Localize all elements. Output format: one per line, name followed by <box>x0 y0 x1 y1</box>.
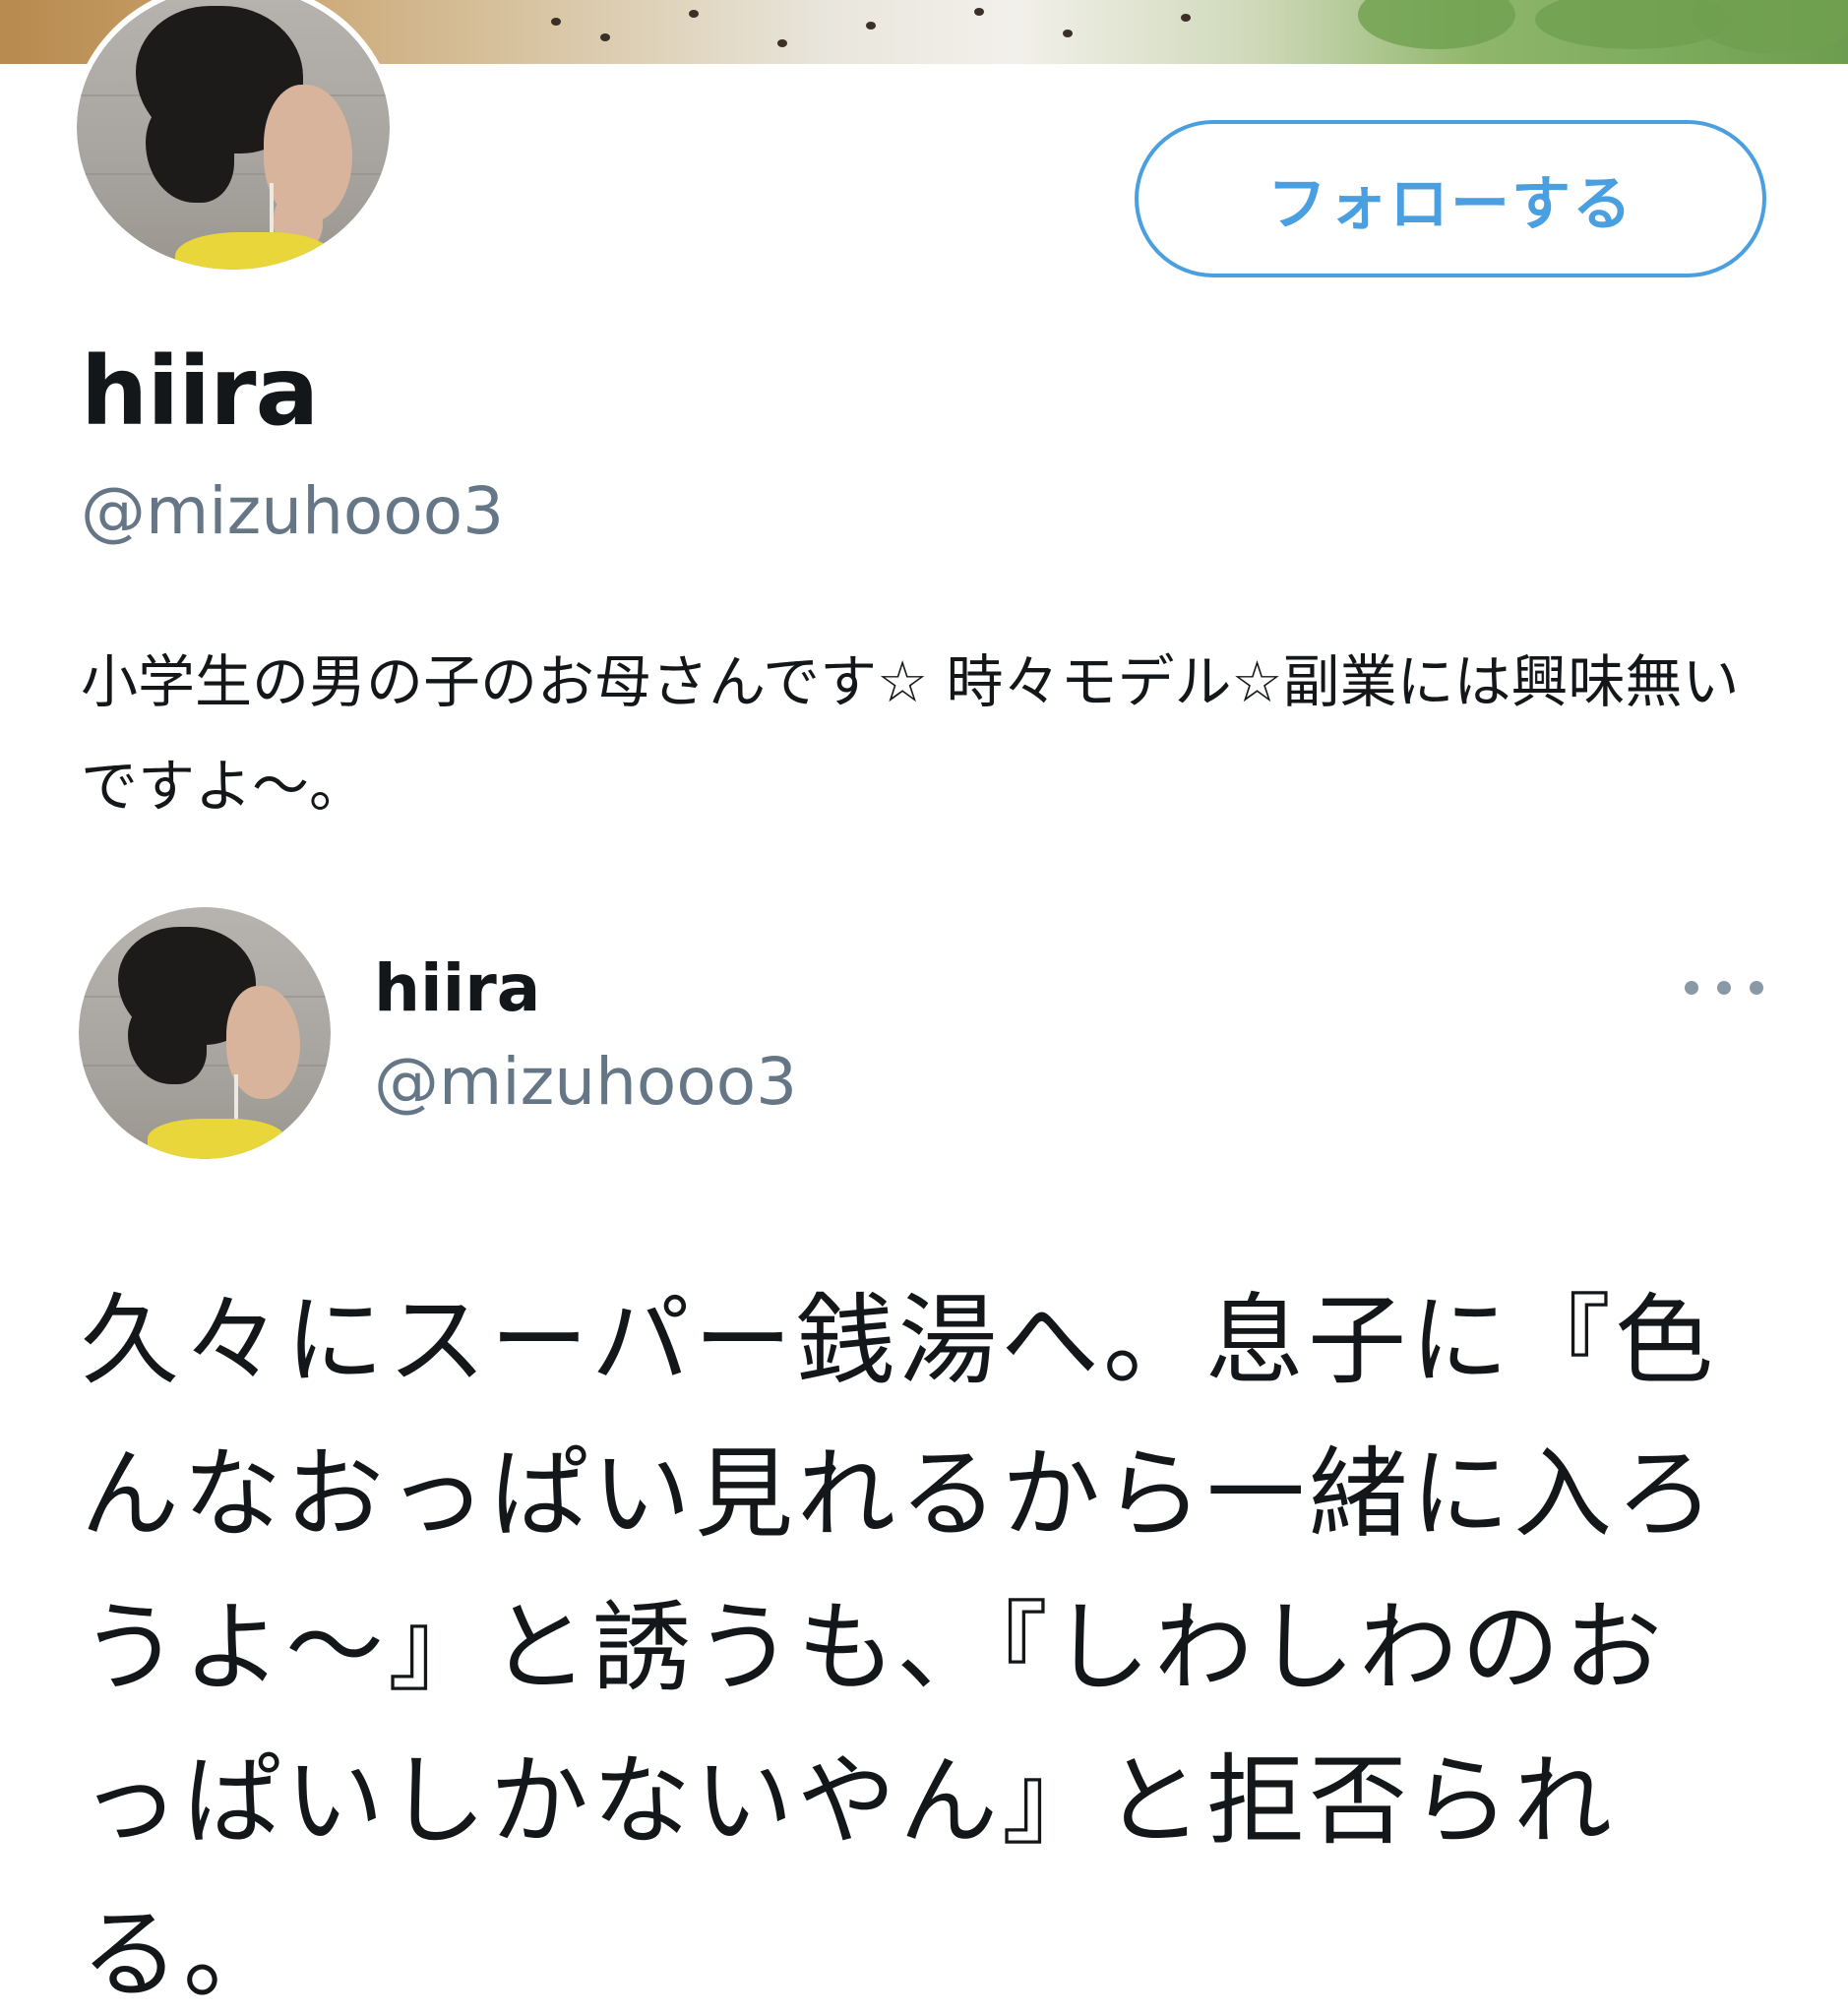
tweet-author-handle[interactable]: @mizuhooo3 <box>374 1038 797 1127</box>
follow-button[interactable]: フォローする <box>1135 120 1766 277</box>
profile-page: フォローする hiira @mizuhooo3 小学生の男の子のお母さんです☆ … <box>0 0 1848 2015</box>
banner-speck <box>1181 14 1191 22</box>
banner-leaf <box>1693 0 1848 54</box>
banner-speck <box>1063 30 1073 37</box>
more-dot <box>1685 981 1698 995</box>
banner-leaf <box>1358 0 1515 49</box>
profile-avatar[interactable] <box>71 0 396 275</box>
more-dot <box>1750 981 1763 995</box>
profile-avatar-photo <box>77 0 390 270</box>
banner-speck <box>600 33 610 41</box>
profile-display-name: hiira <box>81 336 319 447</box>
more-horizontal-icon[interactable] <box>1685 968 1763 1008</box>
more-dot <box>1717 981 1731 995</box>
profile-bio: 小学生の男の子のお母さんです☆ 時々モデル☆副業には興味無いですよ〜。 <box>81 648 1740 820</box>
tweet-author-avatar[interactable] <box>79 907 331 1159</box>
tweet-author-name[interactable]: hiira <box>374 945 540 1033</box>
banner-speck <box>777 39 787 47</box>
tweet-text: 久々にスーパー銭湯へ。息子に『色んなおっぱい見れるから一緒に入ろうよ〜』と誘うも… <box>81 1283 1718 2012</box>
banner-speck <box>689 10 699 18</box>
tweet-author-avatar-photo <box>79 907 331 1159</box>
banner-speck <box>551 18 561 26</box>
banner-speck <box>974 8 984 16</box>
profile-handle[interactable]: @mizuhooo3 <box>81 472 504 551</box>
banner-speck <box>866 22 876 30</box>
